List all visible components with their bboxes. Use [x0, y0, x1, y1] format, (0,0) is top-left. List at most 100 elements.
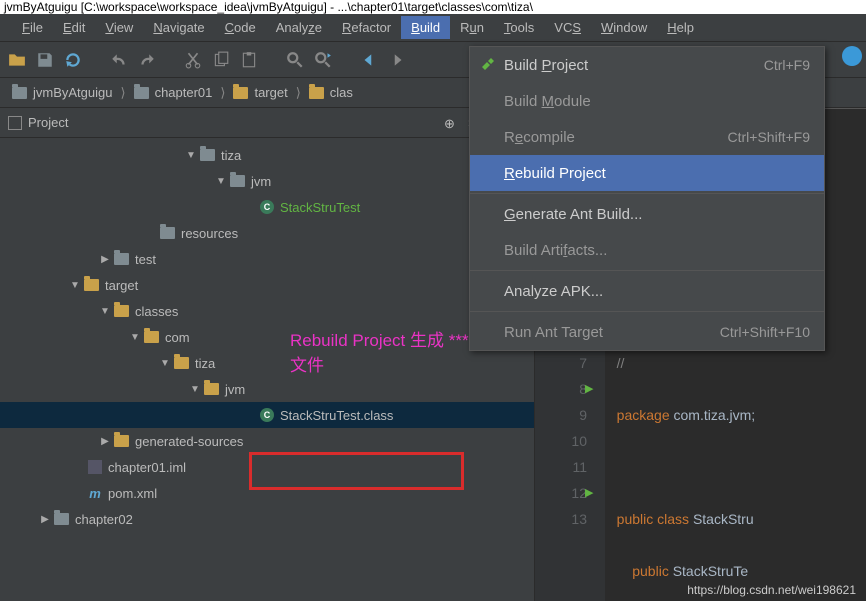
arrow-right-icon[interactable]: ▶ [40, 514, 50, 525]
line-number: 7 [535, 350, 587, 376]
tree-node[interactable]: com [165, 330, 190, 345]
project-tree[interactable]: ▼ tiza ▼ jvm C StackStruTest resources ▶ tes… [0, 138, 534, 601]
panel-title: Project [28, 115, 68, 130]
folder-icon [12, 87, 27, 99]
folder-icon [84, 279, 99, 291]
maven-icon: m [88, 486, 102, 500]
run-gutter-icon[interactable]: ▶ [585, 480, 593, 506]
save-icon[interactable] [36, 51, 54, 69]
menu-help[interactable]: Help [657, 16, 704, 39]
menu-refactor[interactable]: Refactor [332, 16, 401, 39]
class-icon: C [260, 200, 274, 214]
project-panel-header: Project ⊕ ⇕ ✿ — [0, 108, 534, 138]
line-number: 13 [535, 506, 587, 532]
menu-view[interactable]: View [95, 16, 143, 39]
arrow-down-icon[interactable]: ▼ [216, 176, 226, 187]
tree-node[interactable]: tiza [221, 148, 241, 163]
folder-icon [54, 513, 69, 525]
line-number: 9 [535, 402, 587, 428]
tree-node[interactable]: target [105, 278, 138, 293]
globe-icon[interactable] [842, 46, 862, 66]
arrow-down-icon[interactable]: ▼ [130, 332, 140, 343]
arrow-down-icon[interactable]: ▼ [70, 280, 80, 291]
build-menu-dropdown: Build ProjectCtrl+F9 Build Module Recomp… [469, 46, 825, 351]
menu-analyze[interactable]: Analyze [266, 16, 332, 39]
folder-icon [233, 87, 248, 99]
tree-node-selected[interactable]: StackStruTest.class [280, 408, 393, 423]
tree-node[interactable]: jvm [251, 174, 271, 189]
folder-icon [114, 253, 129, 265]
folder-icon [134, 87, 149, 99]
menu-run-ant[interactable]: Run Ant TargetCtrl+Shift+F10 [470, 314, 824, 350]
class-icon: C [260, 408, 274, 422]
tree-node[interactable]: resources [181, 226, 238, 241]
line-number: 11 [535, 454, 587, 480]
undo-icon[interactable] [110, 51, 128, 69]
forward-icon[interactable] [388, 51, 406, 69]
watermark: https://blog.csdn.net/wei198621 [687, 583, 856, 597]
line-number: 12 [535, 480, 587, 506]
menu-edit[interactable]: Edit [53, 16, 95, 39]
arrow-right-icon[interactable]: ▶ [100, 254, 110, 265]
menu-run[interactable]: Run [450, 16, 494, 39]
replace-icon[interactable] [314, 51, 332, 69]
folder-icon [160, 227, 175, 239]
menu-separator [470, 311, 824, 312]
breadcrumb-item[interactable]: jvmByAtguigu [6, 85, 118, 100]
chevron-right-icon: ⟩ [120, 85, 125, 101]
menu-rebuild-project[interactable]: Rebuild Project [470, 155, 824, 191]
menu-bar: File Edit View Navigate Code Analyze Ref… [0, 14, 866, 42]
menu-separator [470, 270, 824, 271]
menu-build-project[interactable]: Build ProjectCtrl+F9 [470, 47, 824, 83]
menu-build-artifacts[interactable]: Build Artifacts... [470, 232, 824, 268]
menu-build-module[interactable]: Build Module [470, 83, 824, 119]
hammer-icon [480, 58, 494, 72]
breadcrumb-item[interactable]: clas [303, 85, 359, 100]
menu-window[interactable]: Window [591, 16, 657, 39]
tree-node[interactable]: test [135, 252, 156, 267]
menu-recompile[interactable]: RecompileCtrl+Shift+F9 [470, 119, 824, 155]
folder-icon [114, 435, 129, 447]
tree-node[interactable]: chapter02 [75, 512, 133, 527]
chevron-right-icon: ⟩ [220, 85, 225, 101]
menu-analyze-apk[interactable]: Analyze APK... [470, 273, 824, 309]
arrow-right-icon[interactable]: ▶ [100, 436, 110, 447]
tree-node[interactable]: chapter01.iml [108, 460, 186, 475]
menu-generate-ant[interactable]: Generate Ant Build... [470, 196, 824, 232]
search-icon[interactable] [286, 51, 304, 69]
arrow-down-icon[interactable]: ▼ [186, 150, 196, 161]
menu-code[interactable]: Code [215, 16, 266, 39]
tree-node[interactable]: pom.xml [108, 486, 157, 501]
paste-icon[interactable] [240, 51, 258, 69]
menu-separator [470, 193, 824, 194]
arrow-down-icon[interactable]: ▼ [190, 384, 200, 395]
open-icon[interactable] [8, 51, 26, 69]
tree-node[interactable]: StackStruTest [280, 200, 360, 215]
breadcrumb-item[interactable]: chapter01 [128, 85, 219, 100]
menu-vcs[interactable]: VCS [544, 16, 591, 39]
tree-node[interactable]: jvm [225, 382, 245, 397]
tree-node[interactable]: classes [135, 304, 178, 319]
line-number: 10 [535, 428, 587, 454]
target-icon[interactable]: ⊕ [444, 116, 458, 130]
cut-icon[interactable] [184, 51, 202, 69]
folder-icon [204, 383, 219, 395]
menu-tools[interactable]: Tools [494, 16, 544, 39]
back-icon[interactable] [360, 51, 378, 69]
menu-navigate[interactable]: Navigate [143, 16, 214, 39]
folder-icon [309, 87, 324, 99]
redo-icon[interactable] [138, 51, 156, 69]
line-number: 8 [535, 376, 587, 402]
breadcrumb-item[interactable]: target [227, 85, 293, 100]
arrow-down-icon[interactable]: ▼ [160, 358, 170, 369]
tree-node[interactable]: tiza [195, 356, 215, 371]
copy-icon[interactable] [212, 51, 230, 69]
refresh-icon[interactable] [64, 51, 82, 69]
menu-file[interactable]: File [12, 16, 53, 39]
folder-icon [144, 331, 159, 343]
folder-icon [174, 357, 189, 369]
menu-build[interactable]: Build [401, 16, 450, 39]
run-gutter-icon[interactable]: ▶ [585, 376, 593, 402]
arrow-down-icon[interactable]: ▼ [100, 306, 110, 317]
tree-node[interactable]: generated-sources [135, 434, 243, 449]
